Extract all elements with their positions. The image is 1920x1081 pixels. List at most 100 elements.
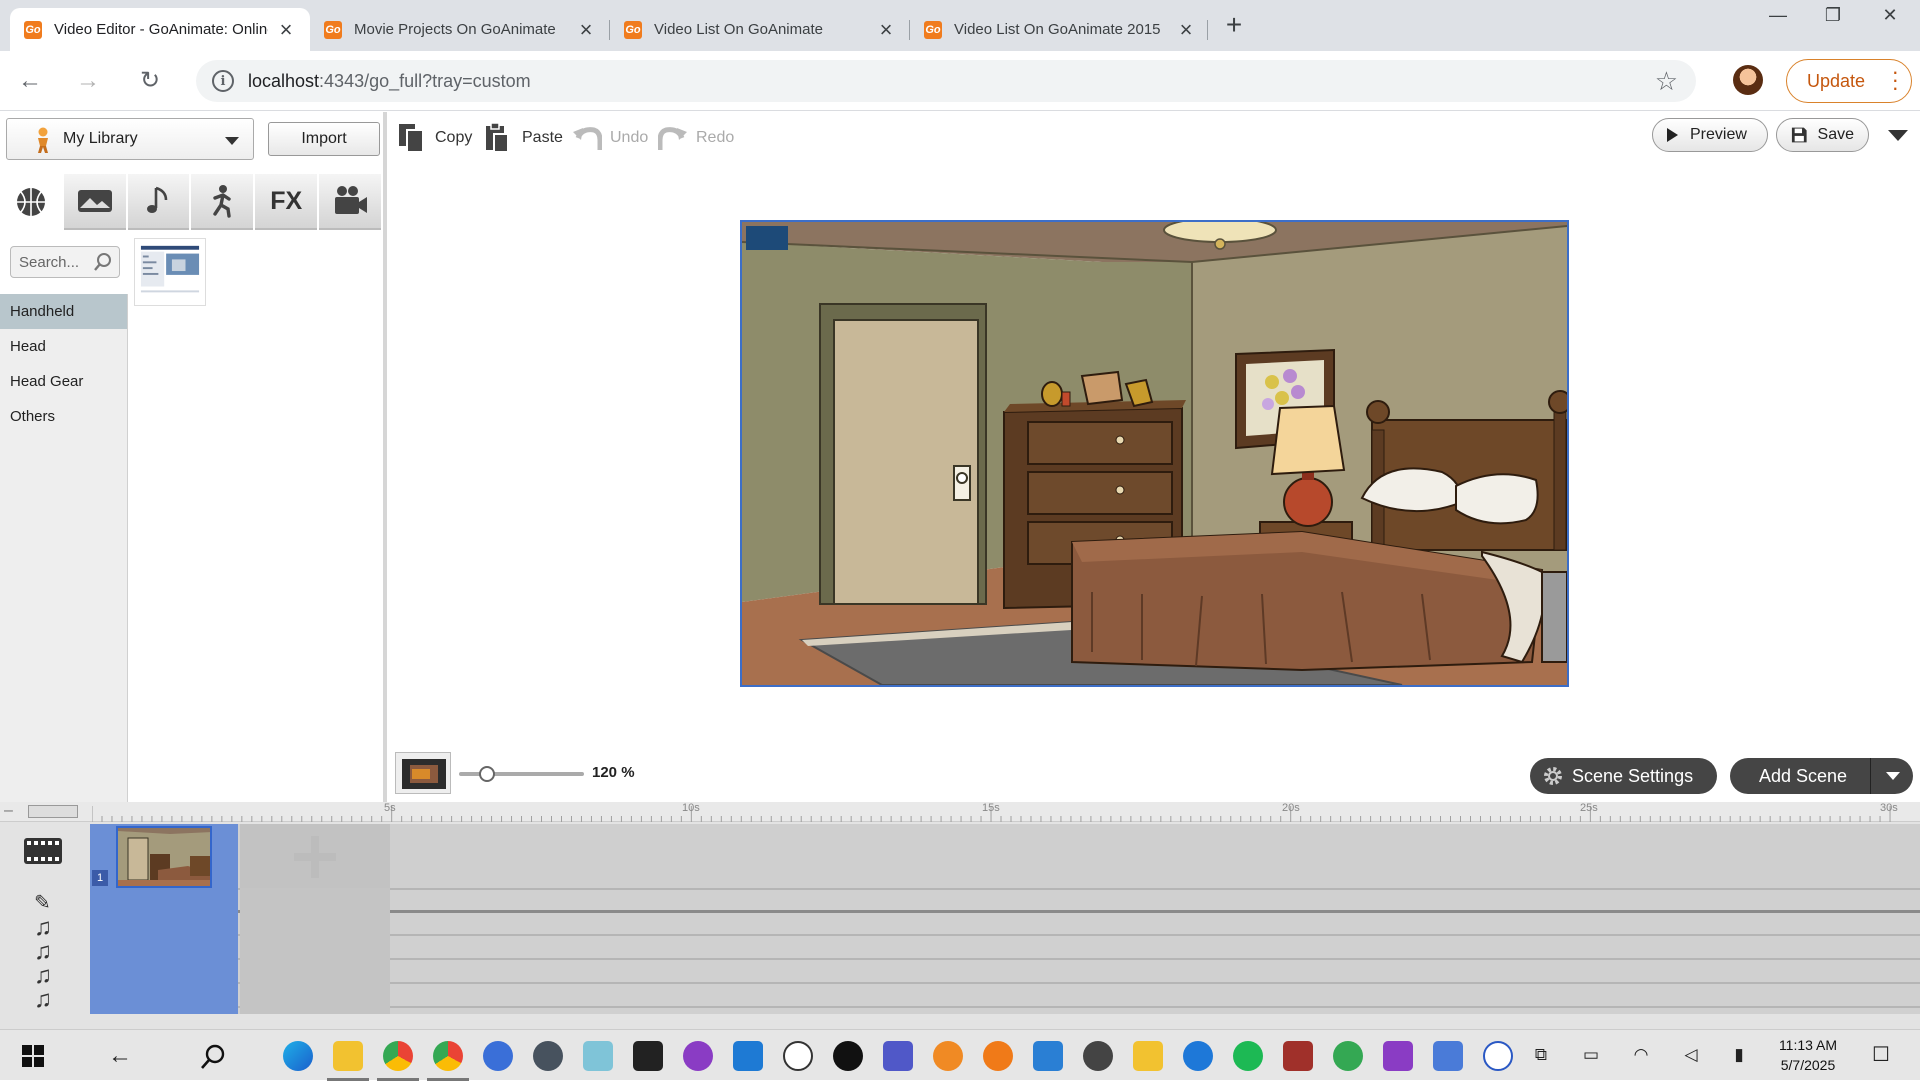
scene-number-badge: 1 (92, 870, 108, 886)
scene-1-column[interactable]: 1 (90, 824, 238, 1014)
spotify-icon[interactable] (1233, 1041, 1263, 1071)
battery-icon[interactable]: ▭ (1580, 1045, 1602, 1065)
volume-icon[interactable]: ◁ (1680, 1045, 1702, 1065)
subcategory-head[interactable]: Head (0, 329, 127, 364)
search-icon[interactable] (93, 252, 113, 272)
more-menu-chevron-down-icon[interactable] (1888, 130, 1908, 141)
github-icon[interactable] (683, 1041, 713, 1071)
clock-app-icon[interactable] (783, 1041, 813, 1071)
timeline: – 5s 10s 15s 20s 25s 30s ✎ ♫ ♫ ♫ ♫ 1 (0, 802, 1920, 1029)
tab-movie-projects[interactable]: Go Movie Projects On GoAnimate × (310, 8, 610, 51)
info-icon[interactable]: i (212, 70, 234, 92)
redo-button[interactable]: Redo (658, 120, 734, 156)
update-button[interactable]: Update · · · (1786, 59, 1912, 103)
paste-button[interactable]: Paste (484, 120, 563, 156)
blender-icon[interactable] (983, 1041, 1013, 1071)
add-scene-button[interactable]: Add Scene (1730, 758, 1913, 794)
copy-button[interactable]: Copy (397, 120, 472, 156)
zoom-slider-track[interactable] (459, 772, 584, 776)
window-close-icon[interactable]: ✕ (1870, 5, 1910, 35)
search-icon[interactable] (200, 1044, 226, 1070)
android-icon[interactable] (1333, 1041, 1363, 1071)
terminal-icon[interactable] (633, 1041, 663, 1071)
forward-icon[interactable]: → (72, 65, 104, 97)
kebab-menu-icon[interactable]: · · · (1892, 61, 1899, 99)
electron-icon[interactable] (533, 1041, 563, 1071)
woo-app-icon[interactable] (1433, 1041, 1463, 1071)
asset-thumbnail[interactable] (134, 238, 206, 306)
video-editor-app-icon[interactable] (1383, 1041, 1413, 1071)
tab-video-list[interactable]: Go Video List On GoAnimate × (610, 8, 910, 51)
microphone-icon[interactable]: ▮ (1728, 1045, 1750, 1065)
ffdec-icon[interactable] (1483, 1041, 1513, 1071)
chrome-icon[interactable] (427, 1041, 469, 1081)
chrome-icon[interactable] (377, 1041, 419, 1081)
back-icon[interactable]: ← (14, 65, 46, 97)
restore-icon[interactable]: ❐ (1813, 5, 1853, 35)
settings-gear-icon[interactable] (1083, 1041, 1113, 1071)
ruler-tick-labels: 5s 10s 15s 20s 25s 30s (0, 802, 1920, 822)
reload-icon[interactable]: ↻ (134, 65, 166, 97)
browser-app-icon[interactable] (1183, 1041, 1213, 1071)
minimize-icon[interactable]: — (1758, 5, 1798, 35)
search-placeholder: Search... (19, 253, 80, 271)
back-arrow-icon[interactable]: ← (108, 1042, 132, 1070)
asset-preview-image (139, 243, 201, 301)
library-dropdown[interactable]: My Library (6, 118, 254, 160)
tab-props[interactable] (0, 174, 62, 230)
bookmark-star-icon[interactable]: ☆ (1655, 66, 1678, 97)
vscode-icon[interactable] (733, 1041, 763, 1071)
search-input[interactable]: Search... (10, 246, 120, 278)
scene-settings-button[interactable]: Scene Settings (1530, 758, 1717, 794)
film-scene-icon (402, 759, 446, 789)
tab-characters[interactable] (191, 174, 254, 230)
notifications-icon[interactable]: ☐ (1870, 1045, 1892, 1065)
save-button[interactable]: Save (1776, 118, 1869, 152)
tab-backgrounds[interactable] (63, 174, 126, 230)
url-text[interactable]: localhost:4343/go_full?tray=custom (248, 71, 1655, 92)
scene-stage[interactable] (740, 220, 1569, 687)
scene-thumbnail[interactable] (116, 826, 212, 888)
new-tab-button[interactable]: + (1220, 11, 1248, 40)
winrar-icon[interactable] (1283, 1041, 1313, 1071)
sticky-notes-icon[interactable] (1133, 1041, 1163, 1071)
undo-label: Undo (610, 129, 649, 146)
notes-icon[interactable] (583, 1041, 613, 1071)
tab-video-editor[interactable]: Go Video Editor - GoAnimate: Online × (10, 8, 310, 51)
close-icon[interactable]: × (876, 17, 896, 43)
close-icon[interactable]: × (276, 17, 296, 43)
scene-thumbnail-toggle[interactable] (395, 752, 451, 794)
address-bar[interactable]: i localhost:4343/go_full?tray=custom ☆ (196, 60, 1696, 102)
record-icon[interactable] (833, 1041, 863, 1071)
tab-music[interactable] (127, 174, 190, 230)
wifi-icon[interactable]: ◠ (1630, 1045, 1652, 1065)
profile-avatar[interactable] (1733, 65, 1763, 95)
tab-fx[interactable]: FX (255, 174, 318, 230)
edge-icon[interactable] (283, 1041, 313, 1071)
tab-video-list-2015[interactable]: Go Video List On GoAnimate 2015 × (910, 8, 1210, 51)
teams-icon[interactable] (883, 1041, 913, 1071)
preview-button[interactable]: Preview (1652, 118, 1768, 152)
chevron-down-icon[interactable] (1886, 772, 1900, 780)
character-icon (38, 127, 48, 153)
subcategory-handheld[interactable]: Handheld (0, 294, 127, 329)
chromium-icon[interactable] (483, 1041, 513, 1071)
track-icons: ✎ ♫ ♫ ♫ ♫ (0, 824, 90, 1013)
fl-studio-icon[interactable] (933, 1041, 963, 1071)
file-explorer-icon[interactable] (327, 1041, 369, 1081)
close-icon[interactable]: × (1176, 17, 1196, 43)
system-clock[interactable]: 11:13 AM 5/7/2025 (1768, 1035, 1848, 1075)
music-note-icon: ♫ (34, 986, 52, 1013)
close-icon[interactable]: × (576, 17, 596, 43)
subcategory-others[interactable]: Others (0, 399, 127, 434)
preview-label: Preview (1690, 126, 1747, 143)
tab-video[interactable] (319, 174, 381, 230)
add-scene-slot[interactable] (240, 824, 390, 888)
windows-start-icon[interactable] (22, 1045, 44, 1067)
device-icon[interactable]: ⧉ (1530, 1045, 1552, 1065)
subcategory-head-gear[interactable]: Head Gear (0, 364, 127, 399)
undo-button[interactable]: Undo (572, 120, 648, 156)
zoom-slider-handle[interactable] (479, 766, 495, 782)
import-button[interactable]: Import (268, 122, 380, 156)
photos-icon[interactable] (1033, 1041, 1063, 1071)
